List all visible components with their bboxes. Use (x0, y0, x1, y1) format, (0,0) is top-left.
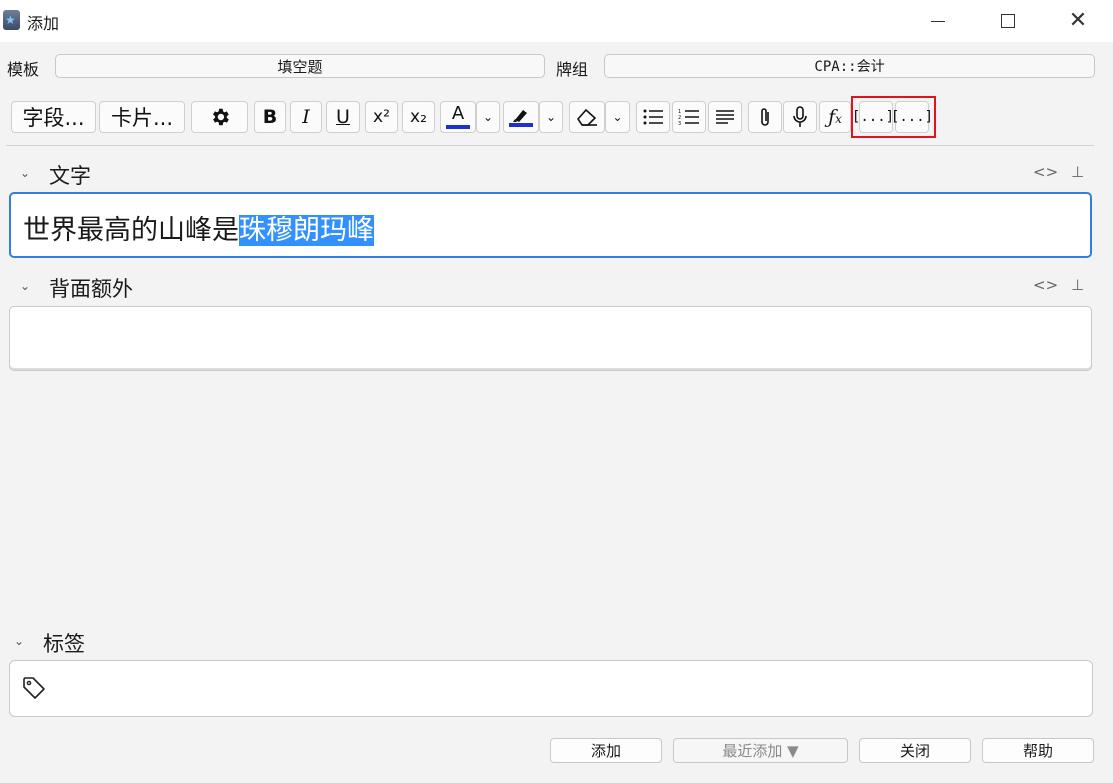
anki-star-icon (3, 10, 20, 30)
close-icon: ✕ (1068, 8, 1088, 33)
title-bar: 添加 ✕ (0, 0, 1113, 42)
field-label-text: 文字 (49, 164, 91, 188)
window-title: 添加 (27, 14, 60, 33)
microphone-icon (793, 106, 807, 127)
close-button[interactable]: 关闭 (859, 738, 971, 763)
paperclip-icon (761, 108, 769, 126)
field-editor-text[interactable]: 世界最高的山峰是珠穆朗玛峰 (9, 192, 1092, 258)
field-content-plain: 世界最高的山峰是 (23, 215, 239, 246)
bold-button[interactable]: B (254, 101, 286, 133)
help-button[interactable]: 帮助 (982, 738, 1094, 763)
highlight-button[interactable] (503, 101, 539, 133)
collapse-chevron-icon[interactable]: ⌄ (20, 279, 30, 293)
ordered-list-button[interactable]: 123 (672, 101, 706, 133)
pin-icon[interactable]: ⊥ (1071, 163, 1084, 181)
minimize-button[interactable] (903, 0, 973, 42)
chevron-down-icon: ⌄ (612, 110, 623, 124)
text-color-button[interactable]: A (440, 101, 476, 133)
tag-icon (23, 677, 45, 699)
superscript-button[interactable]: x² (365, 101, 398, 133)
html-editor-toggle-icon[interactable]: <> (1033, 276, 1058, 294)
marker-icon (513, 110, 527, 122)
collapse-chevron-icon[interactable]: ⌄ (14, 634, 24, 648)
maximize-button[interactable] (973, 0, 1043, 42)
italic-button[interactable]: I (290, 101, 322, 133)
tag-editor[interactable] (9, 660, 1093, 717)
align-left-icon (716, 110, 734, 124)
options-button[interactable] (191, 101, 248, 133)
minimize-icon (931, 20, 945, 22)
toolbar-divider (6, 145, 1094, 146)
history-button[interactable]: 最近添加 ▼ (673, 738, 848, 763)
function-icon: ƒx (828, 106, 842, 128)
align-button[interactable] (708, 101, 742, 133)
svg-text:3: 3 (678, 121, 681, 126)
field-editor-back-extra[interactable] (9, 306, 1092, 371)
maximize-icon (1001, 14, 1015, 28)
add-button[interactable]: 添加 (550, 738, 662, 763)
gear-icon (212, 108, 229, 126)
attach-button[interactable] (748, 101, 782, 133)
highlight-color-swatch (509, 123, 533, 127)
fields-button[interactable]: 字段... (11, 101, 96, 133)
note-type-label: 模板 (7, 60, 40, 79)
eraser-dropdown[interactable]: ⌄ (605, 101, 630, 133)
field-content: 世界最高的山峰是珠穆朗玛峰 (23, 208, 374, 247)
field-content-selected: 珠穆朗玛峰 (239, 215, 374, 246)
note-type-selector[interactable]: 填空题 (55, 54, 545, 78)
highlight-dropdown[interactable]: ⌄ (539, 101, 563, 133)
chevron-down-icon: ⌄ (545, 110, 557, 124)
annotation-highlight-box (851, 96, 936, 138)
underline-button[interactable]: U (326, 101, 360, 133)
deck-selector[interactable]: CPA::会计 (604, 54, 1095, 78)
close-window-button[interactable]: ✕ (1043, 0, 1113, 42)
tags-label: 标签 (43, 632, 85, 656)
eraser-button[interactable] (569, 101, 605, 133)
field-label-back-extra: 背面额外 (49, 277, 133, 301)
html-editor-toggle-icon[interactable]: <> (1033, 163, 1058, 181)
unordered-list-button[interactable] (636, 101, 670, 133)
numbered-list-icon: 123 (678, 109, 699, 126)
cards-button[interactable]: 卡片... (99, 101, 185, 133)
text-color-swatch (446, 125, 470, 129)
text-color-letter: A (451, 103, 465, 124)
bullet-list-icon (643, 109, 663, 125)
math-button[interactable]: ƒx (819, 101, 851, 133)
collapse-chevron-icon[interactable]: ⌄ (20, 166, 30, 180)
record-audio-button[interactable] (783, 101, 817, 133)
subscript-button[interactable]: x₂ (402, 101, 435, 133)
chevron-down-icon: ⌄ (482, 110, 494, 124)
eraser-icon (576, 108, 597, 126)
pin-icon[interactable]: ⊥ (1071, 276, 1084, 294)
text-color-dropdown[interactable]: ⌄ (476, 101, 500, 133)
deck-label: 牌组 (556, 60, 589, 79)
